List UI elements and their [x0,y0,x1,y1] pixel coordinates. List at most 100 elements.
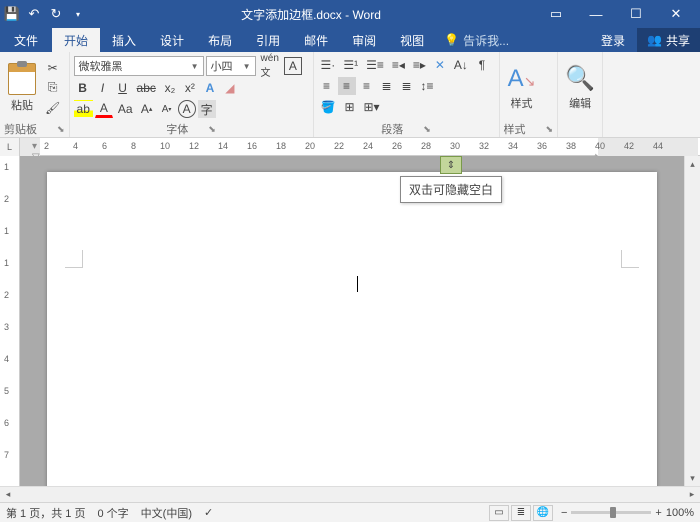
font-name-combo[interactable]: 微软雅黑▼ [74,56,204,76]
enclose-char-icon[interactable]: A [178,100,196,118]
scroll-down-icon[interactable]: ▾ [685,470,700,486]
snap-to-grid-icon[interactable]: ⊞▾ [361,98,383,116]
borders-icon[interactable]: ⊞ [341,98,359,116]
tab-file[interactable]: 文件 [0,28,52,52]
horizontal-ruler[interactable]: L ▽ ▾ △ 24681012141618202224262830323436… [0,138,700,156]
zoom-out-icon[interactable]: − [561,507,567,519]
ruler-tick: 6 [102,141,107,151]
print-layout-icon[interactable]: ≣ [511,505,531,521]
change-case-button[interactable]: Aa [115,100,136,118]
view-buttons: ▭ ≣ 🌐 [489,505,553,521]
numbering-icon[interactable]: ☰¹ [340,56,361,74]
minimize-icon[interactable]: — [576,0,616,28]
word-count[interactable]: 0 个字 [97,505,128,521]
clipboard-label: 剪贴板 [4,121,37,137]
tab-design[interactable]: 设计 [148,28,196,52]
login-button[interactable]: 登录 [589,28,637,52]
vruler-tick: 5 [4,386,9,396]
distributed-icon[interactable]: ≣ [398,77,416,95]
web-layout-icon[interactable]: 🌐 [533,505,553,521]
read-mode-icon[interactable]: ▭ [489,505,509,521]
hide-whitespace-icon[interactable]: ⇕ [440,156,462,174]
editing-button[interactable]: 🔍 编辑 [562,54,598,121]
zoom-in-icon[interactable]: + [655,507,661,519]
phonetic-guide-icon[interactable]: wén文 [258,57,282,75]
italic-button[interactable]: I [94,79,112,97]
ruler-tick: 44 [653,141,663,151]
justify-icon[interactable]: ≣ [378,77,396,95]
align-center-icon[interactable]: ≡ [338,77,356,95]
tab-review[interactable]: 审阅 [340,28,388,52]
tab-mailings[interactable]: 邮件 [292,28,340,52]
grow-font-icon[interactable]: A▴ [138,100,156,118]
show-marks-icon[interactable]: ¶ [473,56,491,74]
save-icon[interactable]: 💾 [4,6,20,22]
tab-layout[interactable]: 布局 [196,28,244,52]
align-right-icon[interactable]: ≡ [358,77,376,95]
increase-indent-icon[interactable]: ≡▸ [410,56,429,74]
paste-button[interactable]: 粘贴 [4,54,40,121]
font-launcher-icon[interactable]: ⬊ [208,124,216,135]
vertical-ruler[interactable]: 1211234567 [0,156,20,486]
page-indicator[interactable]: 第 1 页，共 1 页 [6,505,85,521]
close-icon[interactable]: ✕ [656,0,696,28]
maximize-icon[interactable]: ☐ [616,0,656,28]
styles-btn-label: 样式 [511,95,533,111]
qat-dropdown-icon[interactable]: ▾ [70,6,86,22]
ruler-tick: 34 [508,141,518,151]
font-color-icon[interactable]: A [95,100,113,118]
bold-button[interactable]: B [74,79,92,97]
bullets-icon[interactable]: ☰· [318,56,339,74]
multilevel-list-icon[interactable]: ☰≡ [363,56,387,74]
vertical-scrollbar[interactable]: ▴ ▾ [684,156,700,486]
paragraph-launcher-icon[interactable]: ⬊ [423,124,431,135]
lightbulb-icon: 💡 [444,33,459,47]
tell-me[interactable]: 💡 告诉我... [436,28,517,52]
tab-selector[interactable]: L [0,138,20,156]
scroll-left-icon[interactable]: ◂ [0,489,16,500]
format-painter-icon[interactable]: 🖌 [42,99,63,117]
char-shading-icon[interactable]: 字 [198,100,216,118]
line-spacing-icon[interactable]: ↕≡ [418,77,437,95]
text-effects-icon[interactable]: A [201,79,219,97]
clipboard-launcher-icon[interactable]: ⬊ [57,124,65,135]
shrink-font-icon[interactable]: A▾ [158,100,176,118]
shading-icon[interactable]: 🪣 [318,98,339,116]
document-page[interactable] [47,172,657,486]
tab-view[interactable]: 视图 [388,28,436,52]
decrease-indent-icon[interactable]: ≡◂ [389,56,408,74]
subscript-button[interactable]: x₂ [161,79,179,97]
zoom-slider[interactable] [571,511,651,514]
asian-layout-icon[interactable]: ✕ [431,56,449,74]
vruler-tick: 4 [4,354,9,364]
scroll-right-icon[interactable]: ▸ [684,489,700,500]
clear-format-icon[interactable]: ◢ [221,79,239,97]
ruler-tick: 18 [276,141,286,151]
strikethrough-button[interactable]: abc [134,79,159,97]
document-viewport[interactable]: ⇕ 双击可隐藏空白 [20,156,684,486]
underline-button[interactable]: U [114,79,132,97]
share-button[interactable]: 👥 共享 [637,28,700,52]
tab-insert[interactable]: 插入 [100,28,148,52]
language-indicator[interactable]: 中文(中国) [141,505,192,521]
scroll-up-icon[interactable]: ▴ [685,156,700,172]
tab-references[interactable]: 引用 [244,28,292,52]
sort-icon[interactable]: A↓ [451,56,471,74]
zoom-percent[interactable]: 100% [666,507,694,519]
styles-button[interactable]: A↘ 样式 [504,54,540,121]
title-bar: 💾 ↶ ↻ ▾ 文字添加边框.docx - Word ▭ — ☐ ✕ [0,0,700,28]
align-left-icon[interactable]: ≡ [318,77,336,95]
ribbon-options-icon[interactable]: ▭ [536,0,576,28]
char-border-icon[interactable]: A [284,57,302,75]
proofing-icon[interactable]: ✓ [204,506,213,519]
undo-icon[interactable]: ↶ [26,6,42,22]
font-size-combo[interactable]: 小四▼ [206,56,256,76]
highlight-icon[interactable]: ab [74,100,93,118]
superscript-button[interactable]: x² [181,79,199,97]
copy-icon[interactable]: ⎘ [42,79,63,97]
cut-icon[interactable]: ✂ [42,59,63,77]
paragraph-label: 段落 [381,121,403,137]
redo-icon[interactable]: ↻ [48,6,64,22]
tab-home[interactable]: 开始 [52,28,100,52]
styles-launcher-icon[interactable]: ⬊ [546,124,554,135]
